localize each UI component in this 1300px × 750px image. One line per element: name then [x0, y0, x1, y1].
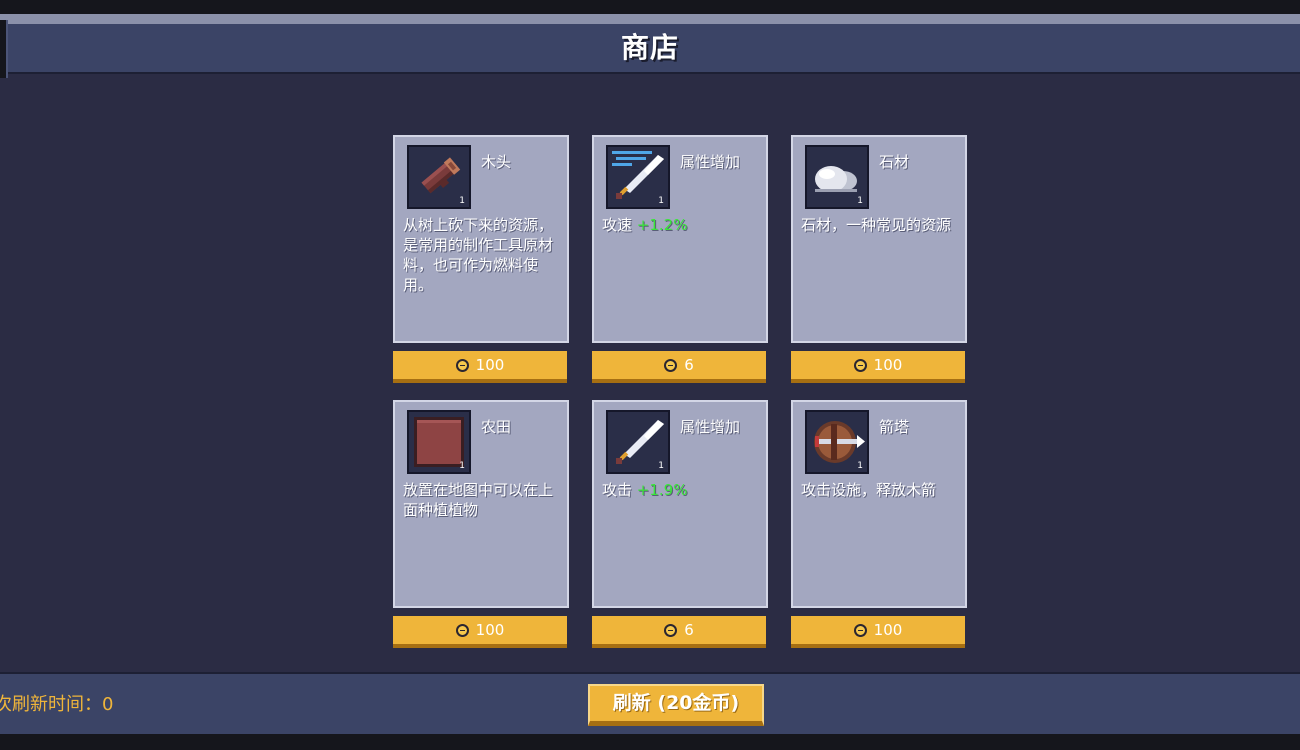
refresh-time-label: 次刷新时间：0 [0, 694, 114, 715]
item-count: 1 [658, 196, 664, 206]
coin-icon [853, 623, 867, 637]
coin-icon [853, 358, 867, 372]
item-desc-bonus: +1.2% [636, 216, 688, 234]
buy-button-stone[interactable]: 100 [791, 351, 965, 383]
shop-footer: 次刷新时间：0 刷新 (20金币) [0, 672, 1300, 736]
buy-button-farmland[interactable]: 100 [393, 616, 567, 648]
shop-card-farmland[interactable]: 1 农田 放置在地图中可以在上面种植植物 [393, 400, 569, 608]
shop-card-attack-speed[interactable]: 1 属性增加 攻速 +1.2% [592, 135, 768, 343]
coin-icon [455, 358, 469, 372]
item-icon-frame: 1 [606, 410, 670, 474]
top-letterbox [0, 0, 1300, 14]
item-name: 木头 [481, 153, 512, 171]
item-description: 攻击设施，释放木箭 [801, 480, 957, 500]
item-count: 1 [459, 196, 465, 206]
price-value: 100 [475, 621, 505, 639]
page-title: 商店 [620, 31, 679, 64]
buy-button-wood[interactable]: 100 [393, 351, 567, 383]
item-description: 攻击 +1.9% [602, 480, 758, 500]
item-count: 1 [857, 461, 863, 471]
coin-icon [664, 623, 678, 637]
item-name: 农田 [481, 418, 512, 436]
item-icon-frame: 1 [805, 410, 869, 474]
item-description: 放置在地图中可以在上面种植植物 [403, 480, 559, 520]
item-name: 属性增加 [680, 153, 741, 171]
item-description: 攻速 +1.2% [602, 215, 758, 235]
item-name: 石材 [879, 153, 910, 171]
coin-icon [664, 358, 678, 372]
buy-button-attack-speed[interactable]: 6 [592, 351, 766, 383]
item-icon-frame: 1 [407, 145, 471, 209]
item-desc-text: 从树上砍下来的资源，是常用的制作工具原材料，也可作为燃料使用。 [403, 216, 554, 294]
buy-button-arrow-tower[interactable]: 100 [791, 616, 965, 648]
item-name: 箭塔 [879, 418, 910, 436]
item-name: 属性增加 [680, 418, 741, 436]
item-description: 从树上砍下来的资源，是常用的制作工具原材料，也可作为燃料使用。 [403, 215, 559, 295]
bottom-letterbox [0, 734, 1300, 750]
shop-panel: 商店 1 木头 从树上砍下来的资源，是常用的制作工具原材料，也可作为燃料使用。 … [0, 20, 1300, 736]
coin-icon [455, 623, 469, 637]
item-icon-frame: 1 [805, 145, 869, 209]
shop-card-arrow-tower[interactable]: 1 箭塔 攻击设施，释放木箭 [791, 400, 967, 608]
price-value: 100 [873, 621, 903, 639]
item-desc-text: 攻速 [602, 216, 633, 234]
price-value: 100 [475, 356, 505, 374]
item-count: 1 [459, 461, 465, 471]
item-icon-frame: 1 [606, 145, 670, 209]
shop-card-wood[interactable]: 1 木头 从树上砍下来的资源，是常用的制作工具原材料，也可作为燃料使用。 [393, 135, 569, 343]
item-desc-text: 石材，一种常见的资源 [801, 216, 952, 234]
shop-header: 商店 [0, 20, 1300, 78]
item-description: 石材，一种常见的资源 [801, 215, 957, 235]
item-desc-text: 攻击 [602, 481, 633, 499]
item-desc-text: 攻击设施，释放木箭 [801, 481, 937, 499]
buy-button-attack[interactable]: 6 [592, 616, 766, 648]
item-desc-bonus: +1.9% [636, 481, 688, 499]
refresh-button[interactable]: 刷新 (20金币) [588, 684, 764, 726]
price-value: 6 [684, 621, 694, 639]
shop-card-attack[interactable]: 1 属性增加 攻击 +1.9% [592, 400, 768, 608]
item-count: 1 [658, 461, 664, 471]
item-count: 1 [857, 196, 863, 206]
shop-card-stone[interactable]: 1 石材 石材，一种常见的资源 [791, 135, 967, 343]
price-value: 6 [684, 356, 694, 374]
item-icon-frame: 1 [407, 410, 471, 474]
item-desc-text: 放置在地图中可以在上面种植植物 [403, 481, 554, 519]
price-value: 100 [873, 356, 903, 374]
top-border [0, 14, 1300, 24]
